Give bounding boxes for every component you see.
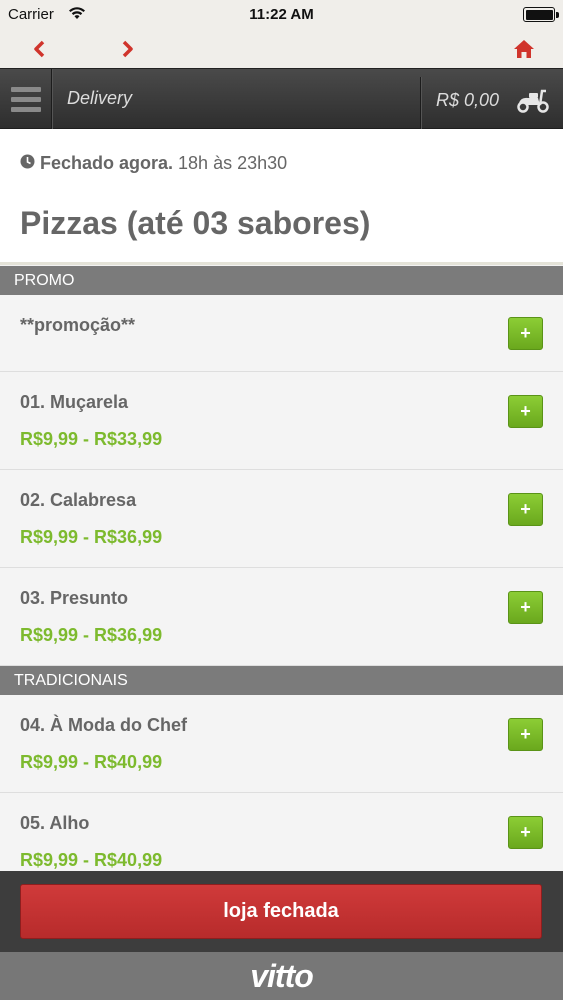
item-price: R$9,99 - R$36,99 bbox=[20, 527, 163, 547]
page-title: Pizzas (até 03 sabores) bbox=[20, 205, 371, 241]
add-item-button[interactable]: + bbox=[508, 718, 543, 751]
footer: vitto bbox=[0, 952, 563, 1000]
item-price: R$9,99 - R$36,99 bbox=[20, 625, 163, 645]
add-item-button[interactable]: + bbox=[508, 591, 543, 624]
add-item-button[interactable]: + bbox=[508, 317, 543, 350]
clock: 11:22 AM bbox=[249, 6, 314, 23]
section-header-promo: PROMO bbox=[0, 266, 563, 295]
item-name: 02. Calabresa bbox=[20, 490, 137, 510]
battery-icon bbox=[523, 7, 559, 22]
item-price: R$9,99 - R$33,99 bbox=[20, 429, 163, 449]
list-item[interactable]: 04. À Moda do Chef R$9,99 - R$40,99 + bbox=[0, 695, 563, 793]
add-item-button[interactable]: + bbox=[508, 395, 543, 428]
chevron-left-icon[interactable] bbox=[24, 34, 54, 64]
add-item-button[interactable]: + bbox=[508, 493, 543, 526]
status-bar: Carrier 11:22 AM bbox=[0, 0, 563, 30]
item-price: R$9,99 - R$40,99 bbox=[20, 850, 163, 870]
list-item[interactable]: **promoção** + bbox=[0, 295, 563, 372]
item-name: 03. Presunto bbox=[20, 588, 129, 608]
scooter-icon[interactable] bbox=[516, 87, 550, 118]
vitto-logo: vitto bbox=[250, 957, 314, 994]
store-hours-range: 18h às 23h30 bbox=[178, 153, 288, 173]
item-name: 04. À Moda do Chef bbox=[20, 715, 188, 735]
hamburger-menu-icon[interactable] bbox=[0, 69, 52, 129]
item-name: 05. Alho bbox=[20, 813, 90, 833]
app-header: Delivery R$ 0,00 bbox=[0, 68, 563, 129]
cart-total[interactable]: R$ 0,00 bbox=[436, 90, 499, 111]
bottom-action-bar: loja fechada bbox=[0, 871, 563, 952]
store-status: Fechado agora. bbox=[40, 153, 174, 173]
list-item[interactable]: 03. Presunto R$9,99 - R$36,99 + bbox=[0, 568, 563, 666]
header-divider bbox=[420, 77, 421, 129]
add-item-button[interactable]: + bbox=[508, 816, 543, 849]
header-title: Delivery bbox=[67, 88, 133, 108]
item-name: **promoção** bbox=[20, 315, 136, 335]
item-price: R$9,99 - R$40,99 bbox=[20, 752, 163, 772]
product-list: PROMO **promoção** + 01. Muçarela R$9,99… bbox=[0, 266, 563, 891]
section-header-tradicionais: TRADICIONAIS bbox=[0, 666, 563, 695]
clock-icon bbox=[20, 153, 35, 174]
item-name: 01. Muçarela bbox=[20, 392, 129, 412]
store-info: Fechado agora. 18h às 23h30 Pizzas (até … bbox=[0, 129, 563, 265]
list-item[interactable]: 02. Calabresa R$9,99 - R$36,99 + bbox=[0, 470, 563, 568]
list-item[interactable]: 01. Muçarela R$9,99 - R$33,99 + bbox=[0, 372, 563, 470]
browser-nav-bar bbox=[0, 30, 563, 68]
chevron-right-icon[interactable] bbox=[113, 34, 143, 64]
store-closed-button[interactable]: loja fechada bbox=[20, 884, 542, 939]
home-icon[interactable] bbox=[509, 34, 539, 64]
store-hours: Fechado agora. 18h às 23h30 bbox=[20, 153, 287, 174]
